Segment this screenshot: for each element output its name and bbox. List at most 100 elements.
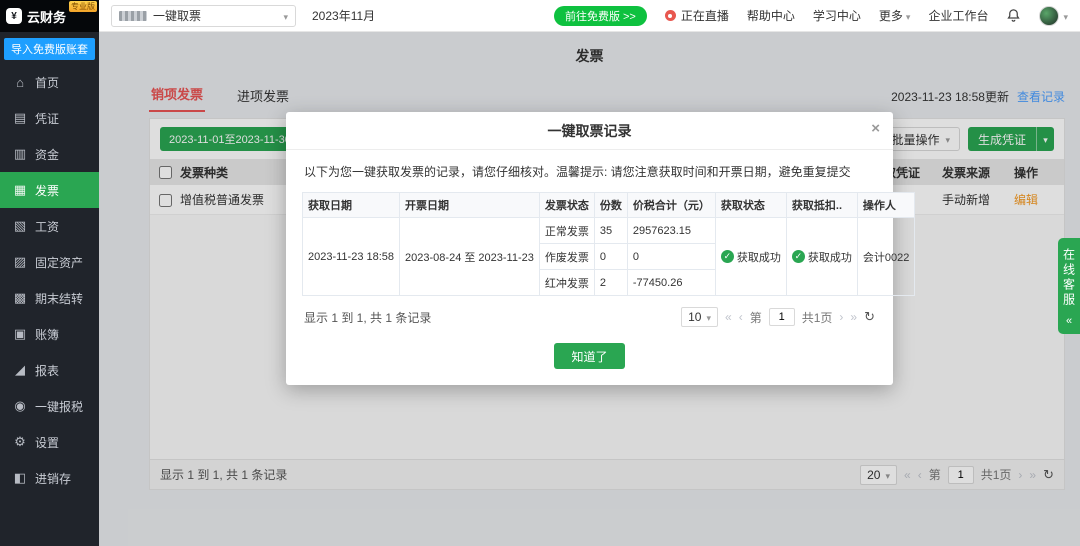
import-free-account-button[interactable]: 导入免费版账套 xyxy=(4,38,95,60)
record-row: 2023-11-23 18:58 2023-08-24 至 2023-11-23… xyxy=(301,217,916,296)
success-icon xyxy=(720,250,734,263)
sidebar-item-label: 凭证 xyxy=(35,111,60,126)
notification-bell-icon[interactable] xyxy=(1006,8,1021,23)
user-menu[interactable] xyxy=(1039,5,1068,26)
sidebar-item-label: 报表 xyxy=(35,363,60,378)
page-total-label: 共1页 xyxy=(801,310,833,325)
col-header-count: 份数 xyxy=(593,192,628,218)
cell-count: 35 xyxy=(593,217,628,244)
cell-amount: -77450.26 xyxy=(626,269,716,296)
online-service-tab[interactable]: 在线客服 « xyxy=(1058,238,1080,334)
sidebar-item-ledger[interactable]: ▣ 账簿 xyxy=(0,316,99,352)
next-page-button[interactable] xyxy=(839,310,843,324)
help-center-link[interactable]: 帮助中心 xyxy=(747,7,795,24)
app-logo: 云财务 专业版 xyxy=(0,0,99,32)
cell-status: 正常发票 xyxy=(538,217,595,244)
prev-page-button[interactable] xyxy=(739,310,743,324)
live-label: 正在直播 xyxy=(680,9,729,23)
col-header-deduct: 获取抵扣.. xyxy=(785,192,858,218)
cell-count: 0 xyxy=(593,243,628,270)
sidebar-item-label: 期末结转 xyxy=(35,291,84,306)
page-prefix-label: 第 xyxy=(749,310,762,325)
col-header-fetch-status: 获取状态 xyxy=(714,192,787,218)
goto-free-version-button[interactable]: 前往免费版 >> xyxy=(553,5,647,26)
online-service-label: 在线客服 xyxy=(1061,248,1076,308)
dialog-title: 一键取票记录 xyxy=(547,122,632,139)
sidebar: 云财务 专业版 导入免费版账套 ⌂ 首页 ▤ 凭证 ▥ 资金 ▦ 发票 ▧ xyxy=(0,0,99,546)
col-header-get-date: 获取日期 xyxy=(301,192,401,218)
sidebar-item-tax[interactable]: ◉ 一键报税 xyxy=(0,388,99,424)
sidebar-item-label: 设置 xyxy=(35,435,60,450)
live-icon xyxy=(664,10,676,21)
confirm-button[interactable]: 知道了 xyxy=(554,343,625,369)
first-page-button[interactable] xyxy=(725,310,732,324)
sidebar-item-home[interactable]: ⌂ 首页 xyxy=(0,64,99,100)
ledger-icon: ▣ xyxy=(13,326,27,341)
more-menu-label: 更多 xyxy=(878,9,903,23)
redacted-account-name xyxy=(119,10,147,21)
last-page-button[interactable] xyxy=(850,310,857,324)
salary-icon: ▧ xyxy=(13,218,27,233)
logo-icon xyxy=(6,8,22,24)
sidebar-item-inventory[interactable]: ◧ 进销存 xyxy=(0,460,99,496)
col-header-amount: 价税合计（元） xyxy=(626,192,716,218)
accounting-period[interactable]: 2023年11月 xyxy=(312,7,375,24)
sidebar-item-report[interactable]: ◢ 报表 xyxy=(0,352,99,388)
top-header: 一键取票 2023年11月 前往免费版 >> 正在直播 帮助中心 学习中心 更多… xyxy=(99,0,1080,32)
refresh-button[interactable] xyxy=(864,309,875,325)
account-select-value: 一键取票 xyxy=(153,9,202,23)
dialog-header: 一键取票记录 × xyxy=(286,112,893,150)
collapse-icon: « xyxy=(1065,315,1073,327)
pagination-summary: 显示 1 到 1, 共 1 条记录 xyxy=(304,310,432,325)
fetch-records-table: 获取日期 开票日期 发票状态 份数 价税合计（元） 获取状态 获取抵扣.. 操作… xyxy=(301,192,916,296)
logo-text: 云财务 xyxy=(27,9,67,25)
sidebar-item-label: 固定资产 xyxy=(35,255,84,270)
cell-count: 2 xyxy=(593,269,628,296)
fetch-records-dialog: 一键取票记录 × 以下为您一键获取发票的记录，请您仔细核对。温馨提示: 请您注意… xyxy=(286,112,916,385)
sidebar-item-label: 资金 xyxy=(35,147,60,162)
cell-deduct-status: 获取成功 xyxy=(785,217,858,296)
report-icon: ◢ xyxy=(15,362,25,377)
avatar xyxy=(1039,5,1060,26)
voucher-icon: ▤ xyxy=(13,110,27,125)
live-stream-link[interactable]: 正在直播 xyxy=(664,7,729,24)
page-size-select[interactable]: 10 xyxy=(681,307,719,327)
sidebar-item-label: 发票 xyxy=(35,183,60,198)
sidebar-item-label: 工资 xyxy=(35,219,60,234)
more-menu[interactable]: 更多 xyxy=(879,7,911,24)
sidebar-item-label: 进销存 xyxy=(35,471,72,486)
deduct-status-label: 获取成功 xyxy=(807,251,852,264)
chevron-down-icon xyxy=(706,310,711,324)
enterprise-workbench-link[interactable]: 企业工作台 xyxy=(928,7,988,24)
sidebar-item-label: 一键报税 xyxy=(35,399,84,414)
chevron-down-icon xyxy=(1063,9,1068,23)
cell-status: 红冲发票 xyxy=(538,269,595,296)
study-center-link[interactable]: 学习中心 xyxy=(813,7,861,24)
pagination-controls: 10 第 共1页 xyxy=(681,307,875,327)
sidebar-item-label: 首页 xyxy=(35,75,60,90)
dialog-description: 以下为您一键获取发票的记录，请您仔细核对。温馨提示: 请您注意获取时间和开票日期… xyxy=(304,165,851,179)
sidebar-item-salary[interactable]: ▧ 工资 xyxy=(0,208,99,244)
page-size-value: 10 xyxy=(688,310,702,324)
fetch-status-label: 获取成功 xyxy=(736,251,781,264)
col-header-invoice-status: 发票状态 xyxy=(538,192,595,218)
cell-operator: 会计0022 xyxy=(856,217,916,296)
account-select[interactable]: 一键取票 xyxy=(111,4,296,27)
sidebar-item-voucher[interactable]: ▤ 凭证 xyxy=(0,100,99,136)
tax-icon: ◉ xyxy=(14,398,26,413)
page-number-input[interactable] xyxy=(768,308,795,326)
chevron-down-icon xyxy=(283,9,288,23)
sidebar-menu: ⌂ 首页 ▤ 凭证 ▥ 资金 ▦ 发票 ▧ 工资 ▨ 固定资产 ▩ 期末结转 ▣… xyxy=(0,64,99,546)
close-icon[interactable]: × xyxy=(871,121,880,136)
sidebar-item-fixed-assets[interactable]: ▨ 固定资产 xyxy=(0,244,99,280)
sidebar-item-funds[interactable]: ▥ 资金 xyxy=(0,136,99,172)
cell-status: 作废发票 xyxy=(538,243,595,270)
col-header-operator: 操作人 xyxy=(856,192,916,218)
home-icon: ⌂ xyxy=(16,74,24,90)
col-header-invoice-date: 开票日期 xyxy=(399,192,540,218)
app-window: 云财务 专业版 导入免费版账套 ⌂ 首页 ▤ 凭证 ▥ 资金 ▦ 发票 ▧ xyxy=(0,0,1080,546)
success-icon xyxy=(791,250,805,263)
sidebar-item-settings[interactable]: ⚙ 设置 xyxy=(0,424,99,460)
sidebar-item-invoice[interactable]: ▦ 发票 xyxy=(0,172,99,208)
sidebar-item-carryover[interactable]: ▩ 期末结转 xyxy=(0,280,99,316)
